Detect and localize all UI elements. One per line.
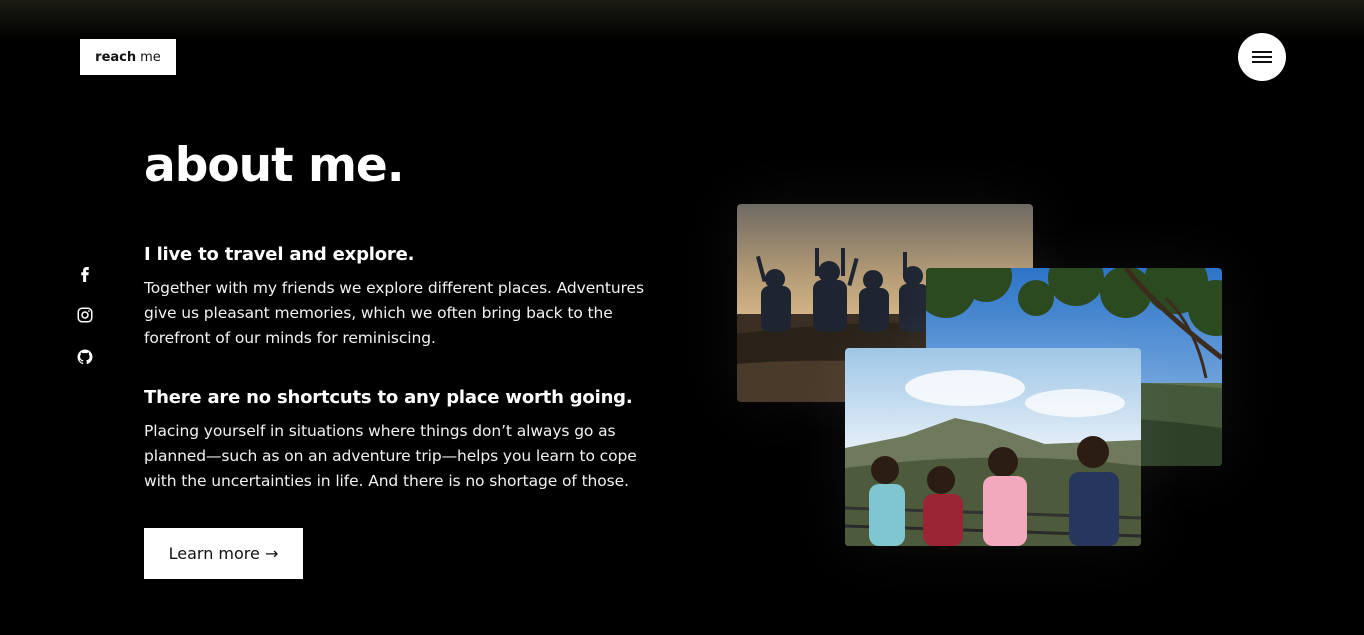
photo-friends-mountain <box>845 348 1141 546</box>
social-links <box>74 264 96 366</box>
instagram-icon <box>77 307 93 323</box>
hamburger-icon <box>1252 51 1272 63</box>
facebook-icon <box>81 267 89 282</box>
about-block-1: I live to travel and explore. Together w… <box>144 242 644 351</box>
header-background <box>0 0 1364 40</box>
about-block-2: There are no shortcuts to any place wort… <box>144 385 644 494</box>
learn-more-button[interactable]: Learn more → <box>144 528 303 579</box>
facebook-link[interactable] <box>76 264 94 282</box>
about-section: about me. I live to travel and explore. … <box>144 136 644 579</box>
logo-text-bold: reach <box>95 49 137 65</box>
logo-text-light: me <box>140 49 161 65</box>
github-icon <box>77 349 93 365</box>
page-title: about me. <box>144 138 405 193</box>
menu-button[interactable] <box>1238 33 1286 81</box>
section-heading: I live to travel and explore. <box>144 244 415 265</box>
section-body: Together with my friends we explore diff… <box>144 279 644 347</box>
section-body: Placing yourself in situations where thi… <box>144 422 637 490</box>
instagram-link[interactable] <box>76 306 94 324</box>
logo-button[interactable]: reach me <box>80 39 176 75</box>
github-link[interactable] <box>76 348 94 366</box>
section-heading: There are no shortcuts to any place wort… <box>144 387 633 408</box>
